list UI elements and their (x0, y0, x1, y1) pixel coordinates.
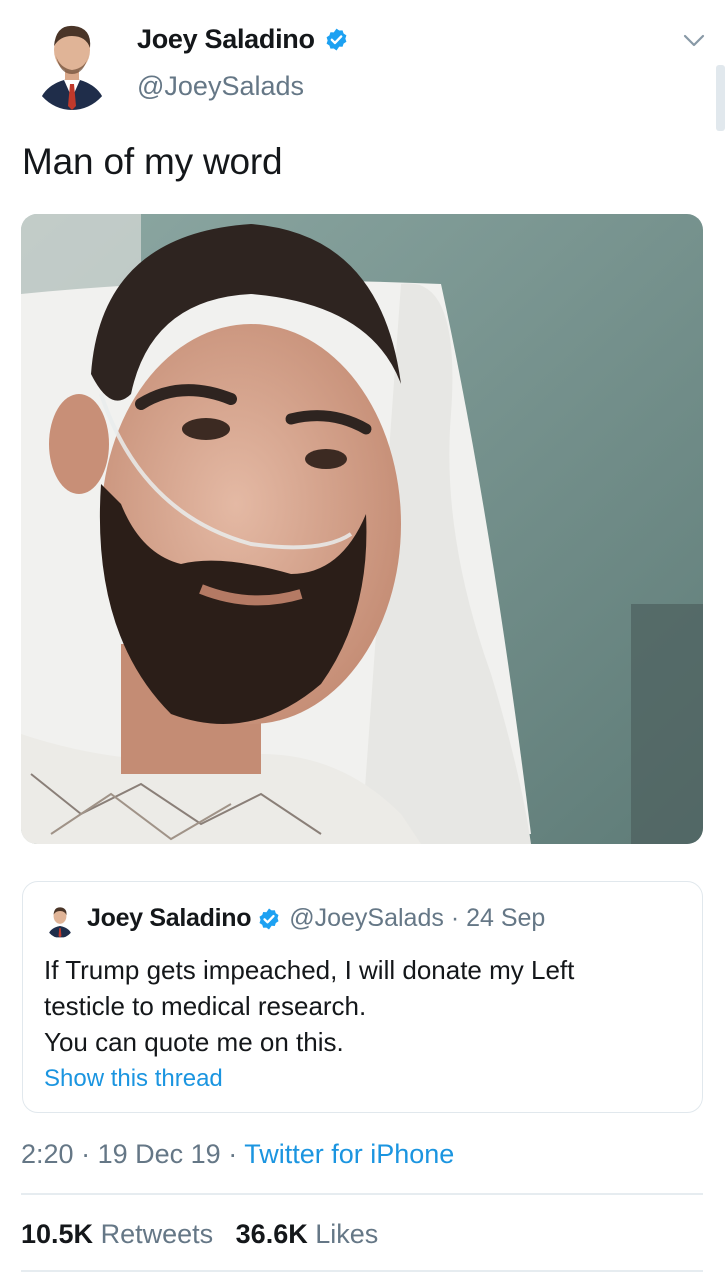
quoted-text-line: You can quote me on this. (44, 1027, 344, 1057)
quoted-author-handle[interactable]: @JoeySalads (289, 904, 444, 933)
tweet-date[interactable]: 19 Dec 19 (98, 1139, 221, 1169)
divider (21, 1193, 703, 1195)
likes-label: Likes (315, 1219, 379, 1249)
tweet-photo[interactable] (21, 214, 703, 844)
quoted-avatar[interactable] (45, 904, 75, 938)
separator-dot: · (228, 1139, 238, 1169)
likes-stat[interactable]: 36.6K Likes (236, 1219, 379, 1249)
chevron-down-icon[interactable] (682, 30, 706, 50)
likes-count: 36.6K (235, 1219, 308, 1249)
tweet-header: Joey Saladino @JoeySalads (0, 0, 725, 131)
separator-dot: · (81, 1139, 91, 1169)
quoted-text-line: testicle to medical research. (44, 991, 367, 1021)
author-name[interactable]: Joey Saladino (137, 24, 349, 55)
divider (21, 1270, 703, 1272)
author-handle[interactable]: @JoeySalads (137, 71, 304, 102)
retweets-count: 10.5K (21, 1219, 94, 1249)
verified-badge-icon (326, 28, 347, 51)
retweets-stat[interactable]: 10.5K Retweets (21, 1219, 213, 1249)
quoted-tweet[interactable]: Joey Saladino @JoeySalads · 24 Sep If Tr… (22, 881, 703, 1113)
show-thread-link[interactable]: Show this thread (44, 1065, 223, 1093)
quoted-text-line: If Trump gets impeached, I will donate m… (44, 955, 575, 985)
author-name-text[interactable]: Joey Saladino (137, 24, 315, 55)
separator-dot: · (444, 904, 466, 933)
quoted-header: Joey Saladino @JoeySalads · 24 Sep (87, 904, 545, 933)
tweet-stats: 10.5K Retweets 36.6K Likes (21, 1219, 378, 1250)
verified-badge-icon (259, 908, 279, 929)
tweet-source-link[interactable]: Twitter for iPhone (244, 1139, 454, 1169)
tweet-timestamp: 2:20 · 19 Dec 19 · Twitter for iPhone (21, 1139, 454, 1170)
quoted-author-name[interactable]: Joey Saladino (87, 904, 252, 933)
quoted-date[interactable]: 24 Sep (466, 904, 545, 933)
separator-text: · (450, 904, 460, 932)
avatar[interactable] (30, 18, 114, 110)
tweet-text: Man of my word (22, 141, 283, 182)
quoted-text: If Trump gets impeached, I will donate m… (44, 952, 684, 1060)
retweets-label: Retweets (100, 1219, 214, 1249)
scrollbar[interactable] (716, 65, 725, 131)
tweet-time[interactable]: 2:20 (21, 1139, 74, 1169)
